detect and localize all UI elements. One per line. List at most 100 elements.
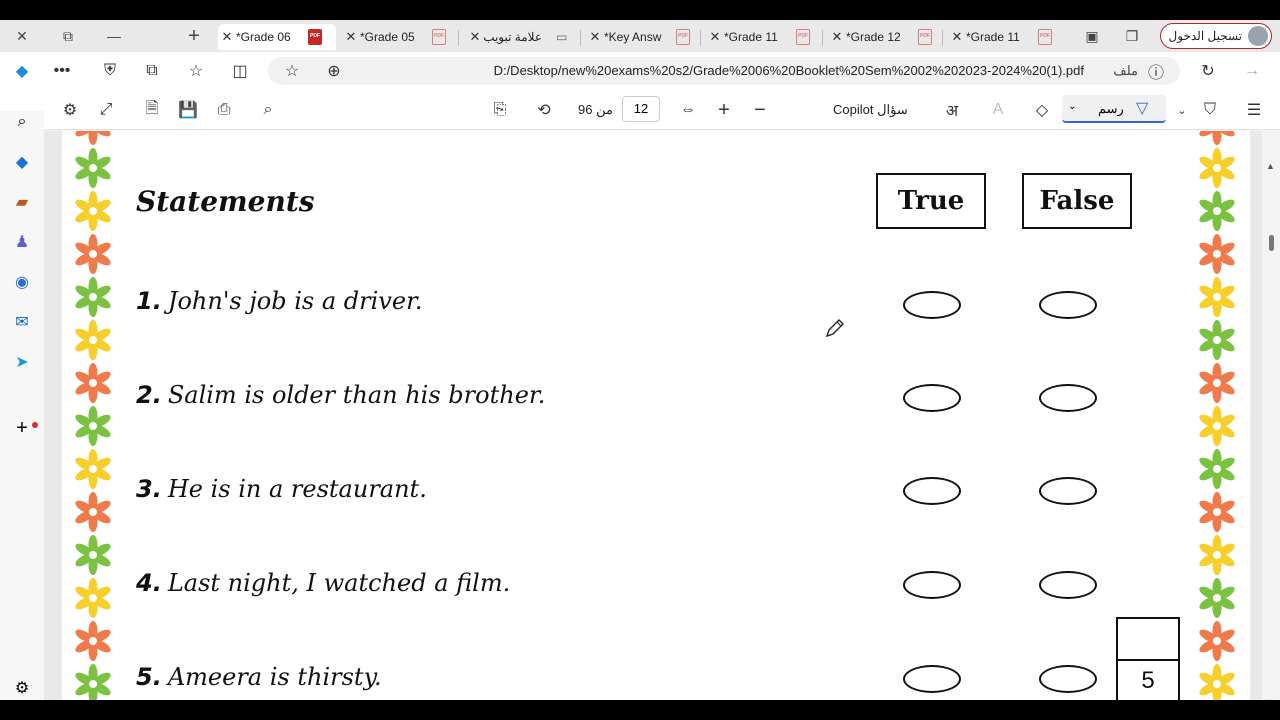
tab-label: *Grade 11 xyxy=(966,30,1020,44)
false-answer-oval-5[interactable] xyxy=(1039,665,1097,693)
forward-icon[interactable]: → xyxy=(1238,57,1266,85)
tab-new[interactable]: ✕ علامة تبويب ▭ xyxy=(466,24,578,50)
draw-button[interactable]: ⌄ رسم ▽ xyxy=(1062,95,1166,123)
highlight-icon[interactable]: ⛉ xyxy=(1196,96,1224,124)
page-view-icon[interactable]: ⎘ xyxy=(486,96,514,124)
true-answer-oval-4[interactable] xyxy=(903,571,961,599)
eraser-icon[interactable]: ◇ xyxy=(1028,96,1056,124)
add-sidebar-app-icon[interactable]: + xyxy=(10,416,34,440)
score-box: 5 xyxy=(1116,617,1180,700)
pdf-icon: PDF xyxy=(1038,29,1052,45)
fullscreen-icon[interactable]: ⤢ xyxy=(92,96,120,124)
ask-copilot-button[interactable]: Copilot سؤال xyxy=(833,102,908,118)
browser-window: ✕ ⧉ — + ✕ *Grade 06 PDF ✕ *Grade 05 PDF … xyxy=(0,20,1280,700)
fit-width-icon[interactable]: ⇔ xyxy=(674,96,702,124)
true-answer-oval-3[interactable] xyxy=(903,477,961,505)
pen-icon: ▽ xyxy=(1136,100,1149,117)
sidebar-settings-icon[interactable]: ⚙ xyxy=(10,676,34,700)
true-header: True xyxy=(876,173,986,229)
true-answer-oval-1[interactable] xyxy=(903,291,961,319)
flower-icon xyxy=(75,131,111,145)
shopping-icon[interactable]: ◆ xyxy=(10,150,34,174)
tab-grade-05[interactable]: ✕ *Grade 05 PDF xyxy=(342,24,454,50)
zoom-out-icon[interactable]: − xyxy=(746,96,774,124)
extensions-icon[interactable]: ••• xyxy=(48,57,76,85)
pdf-toolbar: ⚙ ⤢ 🗎 💾 ⎙ ⌕ ⎘ ⟲ من 96 12 ⇔ + − Copilot س… xyxy=(0,90,1280,130)
scroll-thumb[interactable] xyxy=(1269,235,1274,251)
tab-grade-11[interactable]: ✕ *Grade 11 PDF xyxy=(706,24,818,50)
flower-icon xyxy=(75,191,111,231)
page-number-input[interactable]: 12 xyxy=(622,96,660,122)
close-tab-icon[interactable]: ✕ xyxy=(706,29,724,45)
favorites-icon[interactable]: ☆ xyxy=(182,57,210,85)
copilot-icon[interactable]: ◆ xyxy=(8,57,36,85)
drop-icon[interactable]: ➤ xyxy=(10,350,34,374)
close-tab-icon[interactable]: ✕ xyxy=(466,29,484,45)
tools-icon[interactable]: ▰ xyxy=(10,190,34,214)
shield-icon[interactable]: ⛨ xyxy=(96,57,124,85)
page-count-label: من 96 xyxy=(578,102,613,117)
chevron-down-icon: ⌄ xyxy=(1068,101,1077,112)
save-as-icon[interactable]: 🗎 xyxy=(138,96,166,124)
sign-in-button[interactable]: تسجيل الدخول xyxy=(1160,23,1272,49)
games-icon[interactable]: ♟ xyxy=(10,230,34,254)
tab-label: *Grade 11 xyxy=(724,30,778,44)
save-icon[interactable]: 💾 xyxy=(174,96,202,124)
zoom-in-icon[interactable]: + xyxy=(710,96,738,124)
refresh-icon[interactable]: ↻ xyxy=(1194,57,1222,85)
false-answer-oval-2[interactable] xyxy=(1039,384,1097,412)
workspaces-icon[interactable]: ⧉ xyxy=(54,24,82,48)
scroll-up-icon[interactable]: ▲ xyxy=(1266,161,1275,171)
collections-icon[interactable]: ❐ xyxy=(1118,24,1146,48)
true-answer-oval-5[interactable] xyxy=(903,665,961,693)
chevron-down-icon[interactable]: ⌄ xyxy=(1168,96,1196,124)
flower-icon xyxy=(75,363,111,403)
favorite-star-icon[interactable]: ☆ xyxy=(278,57,306,85)
close-tab-icon[interactable]: ✕ xyxy=(342,29,360,45)
flower-icon xyxy=(1199,578,1235,618)
info-icon[interactable]: ⓘ xyxy=(1142,57,1170,85)
false-answer-oval-4[interactable] xyxy=(1039,571,1097,599)
split-screen-icon[interactable]: ◫ xyxy=(226,57,254,85)
right-flower-border xyxy=(1199,131,1235,700)
search-icon[interactable]: ⌕ xyxy=(10,110,34,134)
flower-icon xyxy=(1199,535,1235,575)
true-answer-oval-2[interactable] xyxy=(903,384,961,412)
flower-icon xyxy=(1199,492,1235,532)
tab-grade-12[interactable]: ✕ *Grade 12 PDF xyxy=(828,24,940,50)
read-aloud-icon[interactable]: A xyxy=(984,96,1012,124)
score-value: 5 xyxy=(1141,667,1155,694)
tab-key-answer[interactable]: ✕ *Key Answ PDF xyxy=(586,24,698,50)
translate-icon[interactable]: अ xyxy=(938,96,966,124)
close-tab-icon[interactable]: ✕ xyxy=(828,29,846,45)
tab-groups-icon[interactable]: ⧉ xyxy=(138,57,166,85)
false-answer-oval-3[interactable] xyxy=(1039,477,1097,505)
print-icon[interactable]: ⎙ xyxy=(210,96,238,124)
tab-actions-icon[interactable]: ▣ xyxy=(1078,24,1106,48)
zoom-icon[interactable]: ⊕ xyxy=(320,57,348,85)
office-icon[interactable]: ◉ xyxy=(10,270,34,294)
new-tab-icon[interactable]: + xyxy=(180,24,208,48)
rotate-icon[interactable]: ⟲ xyxy=(530,96,558,124)
tab-label: *Grade 06 xyxy=(236,30,291,44)
close-tab-icon[interactable]: ✕ xyxy=(586,29,604,45)
close-tab-icon[interactable]: ✕ xyxy=(948,29,966,45)
flower-icon xyxy=(75,277,111,317)
left-flower-border xyxy=(75,131,111,700)
tab-grade-11-b[interactable]: ✕ *Grade 11 PDF xyxy=(948,24,1060,50)
flower-icon xyxy=(1199,449,1235,489)
statement-3: 3. He is in a restaurant. xyxy=(136,475,427,503)
close-tab-icon[interactable]: ✕ xyxy=(218,29,236,45)
tab-grade-06[interactable]: ✕ *Grade 06 PDF xyxy=(218,24,336,50)
minimize-tabs-icon[interactable]: — xyxy=(100,24,128,48)
outlook-icon[interactable]: ✉ xyxy=(10,310,34,334)
close-window-icon[interactable]: ✕ xyxy=(8,24,36,48)
scroll-down-icon[interactable]: ▼ xyxy=(1266,697,1275,700)
settings-icon[interactable]: ⚙ xyxy=(56,96,84,124)
address-bar[interactable]: ☆ ⊕ D:/Desktop/new%20exams%20s2/Grade%20… xyxy=(268,57,1180,85)
false-answer-oval-1[interactable] xyxy=(1039,291,1097,319)
search-icon[interactable]: ⌕ xyxy=(254,96,282,124)
contents-icon[interactable]: ☰ xyxy=(1240,96,1268,124)
vertical-scrollbar[interactable]: ▲ ▼ xyxy=(1262,131,1280,700)
flower-icon xyxy=(1199,664,1235,700)
